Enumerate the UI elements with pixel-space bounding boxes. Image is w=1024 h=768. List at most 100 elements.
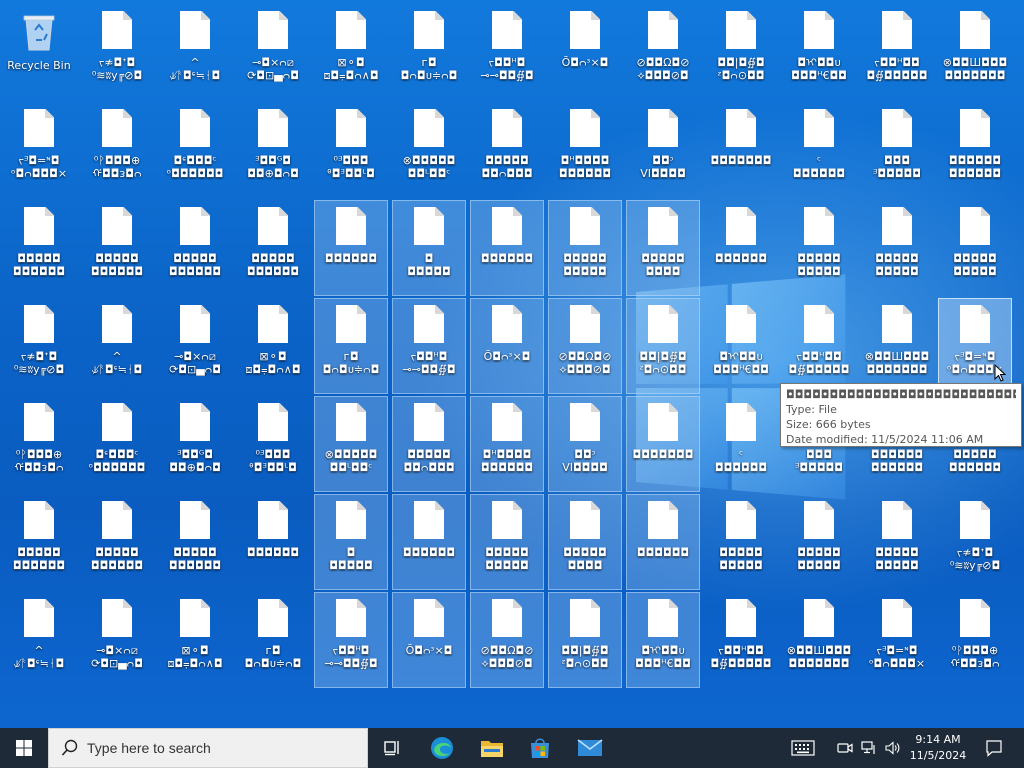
desktop-file-icon[interactable]: ⊘◘◘Ω◘⊘ ⟡◘◘◘⊘◘: [548, 298, 622, 394]
desktop-file-icon[interactable]: ᡪᴲ◘=ᶰ◘ ᵒ◘ᴒ◘◘◘×: [2, 102, 76, 198]
desktop-file-icon[interactable]: ◘◘◘◘◘◘: [314, 200, 388, 296]
desktop[interactable]: Recycle Bin ᡪ≉◘ᐩ◘ ⁰≋ʬy╔⊘◘ ^ ⫝̸ᚨ◘ᶝ≒ᚽ◘ ⊸◘×ᴒ⧄…: [0, 0, 1024, 728]
desktop-file-icon[interactable]: ᴲ◘◘ᴳ◘ ◘◘⊕◘ᴒ◘: [158, 396, 232, 492]
desktop-file-icon[interactable]: ◘ᴴ◘◘◘◘ ◘◘◘◘◘◘: [470, 396, 544, 492]
recycle-bin-icon[interactable]: Recycle Bin: [2, 4, 76, 100]
touch-keyboard-button[interactable]: [784, 728, 822, 768]
desktop-file-icon[interactable]: ᡪ◘◘ᴴ◘◘ ◘∯◘◘◘◘◘: [704, 592, 778, 688]
desktop-file-icon[interactable]: ◘◘◘◘◘◘ ◘◘◘◘◘◘: [938, 102, 1012, 198]
desktop-file-icon[interactable]: ^ ⫝̸ᚨ◘ᶝ≒ᚽ◘: [2, 592, 76, 688]
desktop-file-icon[interactable]: ◘◘◘◘◘◘: [392, 494, 466, 590]
desktop-file-icon[interactable]: ⊗◘◘◘◘◘ ◘◘ᴸ◘◘ᶜ: [392, 102, 466, 198]
desktop-file-icon[interactable]: ◘◘|◘∯◘ ᶻ◘ᴒ⊙◘◘: [626, 298, 700, 394]
store-taskbar-button[interactable]: [516, 728, 564, 768]
desktop-file-icon[interactable]: ⊘◘◘Ω◘⊘ ⟡◘◘◘⊘◘: [470, 592, 544, 688]
desktop-file-icon[interactable]: ᶜ ◘◘◘◘◘◘: [704, 396, 778, 492]
desktop-file-icon[interactable]: ⊸◘×ᴒ⧄ ⟳◘⊡▄ᴒ◘: [80, 592, 154, 688]
desktop-file-icon[interactable]: Ō◘ᴒᶟ×◘: [470, 298, 544, 394]
desktop-file-icon[interactable]: ◘◘◘◘◘ ◘◘◘◘◘◘: [158, 494, 232, 590]
desktop-file-icon[interactable]: ◘◘◘◘◘ ◘◘◘◘◘: [860, 200, 934, 296]
desktop-file-icon[interactable]: ◘◘|◘∯◘ ᶻ◘ᴒ⊙◘◘: [548, 592, 622, 688]
desktop-file-icon[interactable]: ⊠⚬◘ ⧈◘⩦◘ᴒ∧◘: [236, 298, 310, 394]
desktop-file-icon[interactable]: ᴲ◘◘ᴳ◘ ◘◘⊕◘ᴒ◘: [236, 102, 310, 198]
desktop-file-icon[interactable]: ◘◘◘ ᴲ◘◘◘◘◘: [860, 102, 934, 198]
desktop-file-icon[interactable]: ^ ⫝̸ᚨ◘ᶝ≒ᚽ◘: [158, 4, 232, 100]
desktop-file-icon[interactable]: ◘◘◘◘◘ ◘◘◘◘◘: [548, 200, 622, 296]
desktop-file-icon[interactable]: ᡪ≉◘ᐩ◘ ⁰≋ʬy╔⊘◘: [938, 494, 1012, 590]
task-view-button[interactable]: [368, 728, 416, 768]
desktop-file-icon[interactable]: ◘◘◘◘◘ ◘◘◘◘◘: [860, 494, 934, 590]
desktop-file-icon[interactable]: ◘ ◘◘◘◘◘: [314, 494, 388, 590]
desktop-file-icon[interactable]: ⊠⚬◘ ⧈◘⩦◘ᴒ∧◘: [158, 592, 232, 688]
taskbar-clock[interactable]: 9:14 AM 11/5/2024: [900, 728, 976, 768]
desktop-file-icon[interactable]: ᡪ◘◘ᴴ◘◘ ◘∯◘◘◘◘◘: [782, 298, 856, 394]
desktop-file-icon[interactable]: ◘◘◘◘◘ ◘◘◘◘◘: [704, 494, 778, 590]
desktop-file-icon[interactable]: ᡪ◘◘ᴴ◘ ⊸⊸◘◘∯◘: [470, 4, 544, 100]
desktop-file-icon[interactable]: Ō◘ᴒᶟ×◘: [548, 4, 622, 100]
desktop-file-icon[interactable]: ᡪ◘◘ᴴ◘◘ ◘∯◘◘◘◘◘: [860, 4, 934, 100]
desktop-file-icon[interactable]: ᠌ᴦ◘ ◘ᴒ◘ᴜ≑ᴒ◘: [236, 592, 310, 688]
desktop-file-icon[interactable]: ◘ᡳ◘◘ᴜ ◘◘◘ᴴ€◘◘: [782, 4, 856, 100]
desktop-file-icon[interactable]: ◘◘◘◘◘ ◘◘◘◘◘◘: [236, 200, 310, 296]
desktop-file-icon[interactable]: ◘◘◘◘◘ ◘◘◘◘◘◘: [158, 200, 232, 296]
desktop-file-icon[interactable]: ◘◘|◘∯◘ ᶻ◘ᴒ⊙◘◘: [704, 4, 778, 100]
network-button[interactable]: [858, 728, 880, 768]
desktop-file-icon[interactable]: ⁰ᚹ◘◘◘⊕ ᡤ◘◘ᴈ◘ᴒ: [80, 102, 154, 198]
desktop-file-icon[interactable]: ◘◘◘◘◘ ◘◘◘◘◘◘: [80, 200, 154, 296]
desktop-file-icon[interactable]: ⁰ᚹ◘◘◘⊕ ᡤ◘◘ᴈ◘ᴒ: [938, 592, 1012, 688]
desktop-file-icon[interactable]: ◘ᡳ◘◘ᴜ ◘◘◘ᴴ€◘◘: [704, 298, 778, 394]
desktop-file-icon[interactable]: ᠌ᴦ◘ ◘ᴒ◘ᴜ≑ᴒ◘: [392, 4, 466, 100]
desktop-file-icon[interactable]: ⊗◘◘Ш◘◘◘ ◘◘◘◘◘◘◘: [938, 4, 1012, 100]
desktop-file-icon[interactable]: ^ ⫝̸ᚨ◘ᶝ≒ᚽ◘: [80, 298, 154, 394]
desktop-file-icon[interactable]: ◘◘◘◘◘◘: [470, 200, 544, 296]
desktop-file-icon[interactable]: ⊗◘◘Ш◘◘◘ ◘◘◘◘◘◘◘: [782, 592, 856, 688]
desktop-file-icon[interactable]: ◘◘◘◘◘ ◘◘◘◘◘: [470, 494, 544, 590]
desktop-file-icon[interactable]: ⁰ᴲ◘◘◘ ᶿ◘ᴲ◘◘ᴸ◘: [314, 102, 388, 198]
taskbar-search-box[interactable]: Type here to search: [48, 728, 368, 768]
desktop-file-icon[interactable]: ⊸◘×ᴒ⧄ ⟳◘⊡▄ᴒ◘: [158, 298, 232, 394]
desktop-file-icon[interactable]: ᡪ≉◘ᐩ◘ ⁰≋ʬy╔⊘◘: [80, 4, 154, 100]
desktop-file-icon[interactable]: ◘◘◘◘◘ ◘◘◘◘: [548, 494, 622, 590]
desktop-file-icon[interactable]: ⊗◘◘◘◘◘ ◘◘ᴸ◘◘ᶜ: [314, 396, 388, 492]
desktop-file-icon[interactable]: ◘◘◘◘◘◘: [236, 494, 310, 590]
desktop-file-icon[interactable]: ◘◘◘◘◘ ◘◘◘◘◘: [938, 200, 1012, 296]
desktop-file-icon[interactable]: ◘ ◘◘◘◘◘: [392, 200, 466, 296]
desktop-file-icon[interactable]: ⊸◘×ᴒ⧄ ⟳◘⊡▄ᴒ◘: [236, 4, 310, 100]
desktop-file-icon[interactable]: ◘◘ᵓ VI◘◘◘◘: [626, 102, 700, 198]
desktop-file-icon[interactable]: ᡪ◘◘ᴴ◘ ⊸⊸◘◘∯◘: [314, 592, 388, 688]
edge-taskbar-button[interactable]: [418, 728, 466, 768]
desktop-file-icon[interactable]: ⊗◘◘Ш◘◘◘ ◘◘◘◘◘◘◘: [860, 298, 934, 394]
desktop-file-icon[interactable]: ⁰ᚹ◘◘◘⊕ ᡤ◘◘ᴈ◘ᴒ: [2, 396, 76, 492]
desktop-file-icon[interactable]: ᡪ◘◘ᴴ◘ ⊸⊸◘◘∯◘: [392, 298, 466, 394]
meet-now-button[interactable]: [834, 728, 856, 768]
desktop-file-icon[interactable]: ᡪᴲ◘=ᶰ◘ ᵒ◘ᴒ◘◘◘×: [860, 592, 934, 688]
desktop-file-icon[interactable]: ᠌ᴦ◘ ◘ᴒ◘ᴜ≑ᴒ◘: [314, 298, 388, 394]
desktop-file-icon[interactable]: ᶜ ◘◘◘◘◘◘: [782, 102, 856, 198]
mail-taskbar-button[interactable]: [566, 728, 614, 768]
desktop-file-icon[interactable]: ◘◘◘◘◘◘: [704, 200, 778, 296]
desktop-file-icon[interactable]: ◘ᶝ◘◘◘ᶜ ᵒ◘◘◘◘◘◘: [158, 102, 232, 198]
desktop-file-icon[interactable]: ◘◘◘◘◘◘◘: [626, 396, 700, 492]
desktop-file-icon[interactable]: Ō◘ᴒᶟ×◘: [392, 592, 466, 688]
desktop-file-icon[interactable]: ◘◘◘◘◘◘◘: [704, 102, 778, 198]
desktop-file-icon[interactable]: ◘◘◘◘◘◘: [626, 494, 700, 590]
desktop-file-icon[interactable]: ◘ᡳ◘◘ᴜ ◘◘◘ᴴ€◘◘: [626, 592, 700, 688]
notification-center-button[interactable]: [976, 728, 1012, 768]
desktop-file-icon[interactable]: ◘◘◘◘◘ ◘◘ᴒ◘◘◘: [470, 102, 544, 198]
desktop-file-icon[interactable]: ⁰ᴲ◘◘◘ ᶿ◘ᴲ◘◘ᴸ◘: [236, 396, 310, 492]
desktop-file-icon[interactable]: ◘◘◘◘◘ ◘◘ᴒ◘◘◘: [392, 396, 466, 492]
desktop-file-icon[interactable]: ◘◘◘◘◘ ◘◘◘◘◘◘: [80, 494, 154, 590]
desktop-file-icon[interactable]: ◘ᶝ◘◘◘ᶜ ᵒ◘◘◘◘◘◘: [80, 396, 154, 492]
desktop-file-icon[interactable]: ◘ᴴ◘◘◘◘ ◘◘◘◘◘◘: [548, 102, 622, 198]
desktop-file-icon[interactable]: ◘◘◘◘◘ ◘◘◘◘: [626, 200, 700, 296]
desktop-file-icon[interactable]: ◘◘ᵓ VI◘◘◘◘: [548, 396, 622, 492]
desktop-file-icon[interactable]: ⊘◘◘Ω◘⊘ ⟡◘◘◘⊘◘: [626, 4, 700, 100]
desktop-file-icon[interactable]: ◘◘◘◘◘ ◘◘◘◘◘: [782, 200, 856, 296]
desktop-file-icon[interactable]: ◘◘◘◘◘ ◘◘◘◘◘◘: [2, 200, 76, 296]
desktop-file-icon[interactable]: ◘◘◘◘◘ ◘◘◘◘◘◘: [2, 494, 76, 590]
start-button[interactable]: [0, 728, 48, 768]
desktop-file-icon[interactable]: ◘◘◘◘◘ ◘◘◘◘◘: [782, 494, 856, 590]
file-explorer-taskbar-button[interactable]: [468, 728, 516, 768]
desktop-file-icon[interactable]: ⊠⚬◘ ⧈◘⩦◘ᴒ∧◘: [314, 4, 388, 100]
desktop-file-icon[interactable]: ᡪ≉◘ᐩ◘ ⁰≋ʬy╔⊘◘: [2, 298, 76, 394]
